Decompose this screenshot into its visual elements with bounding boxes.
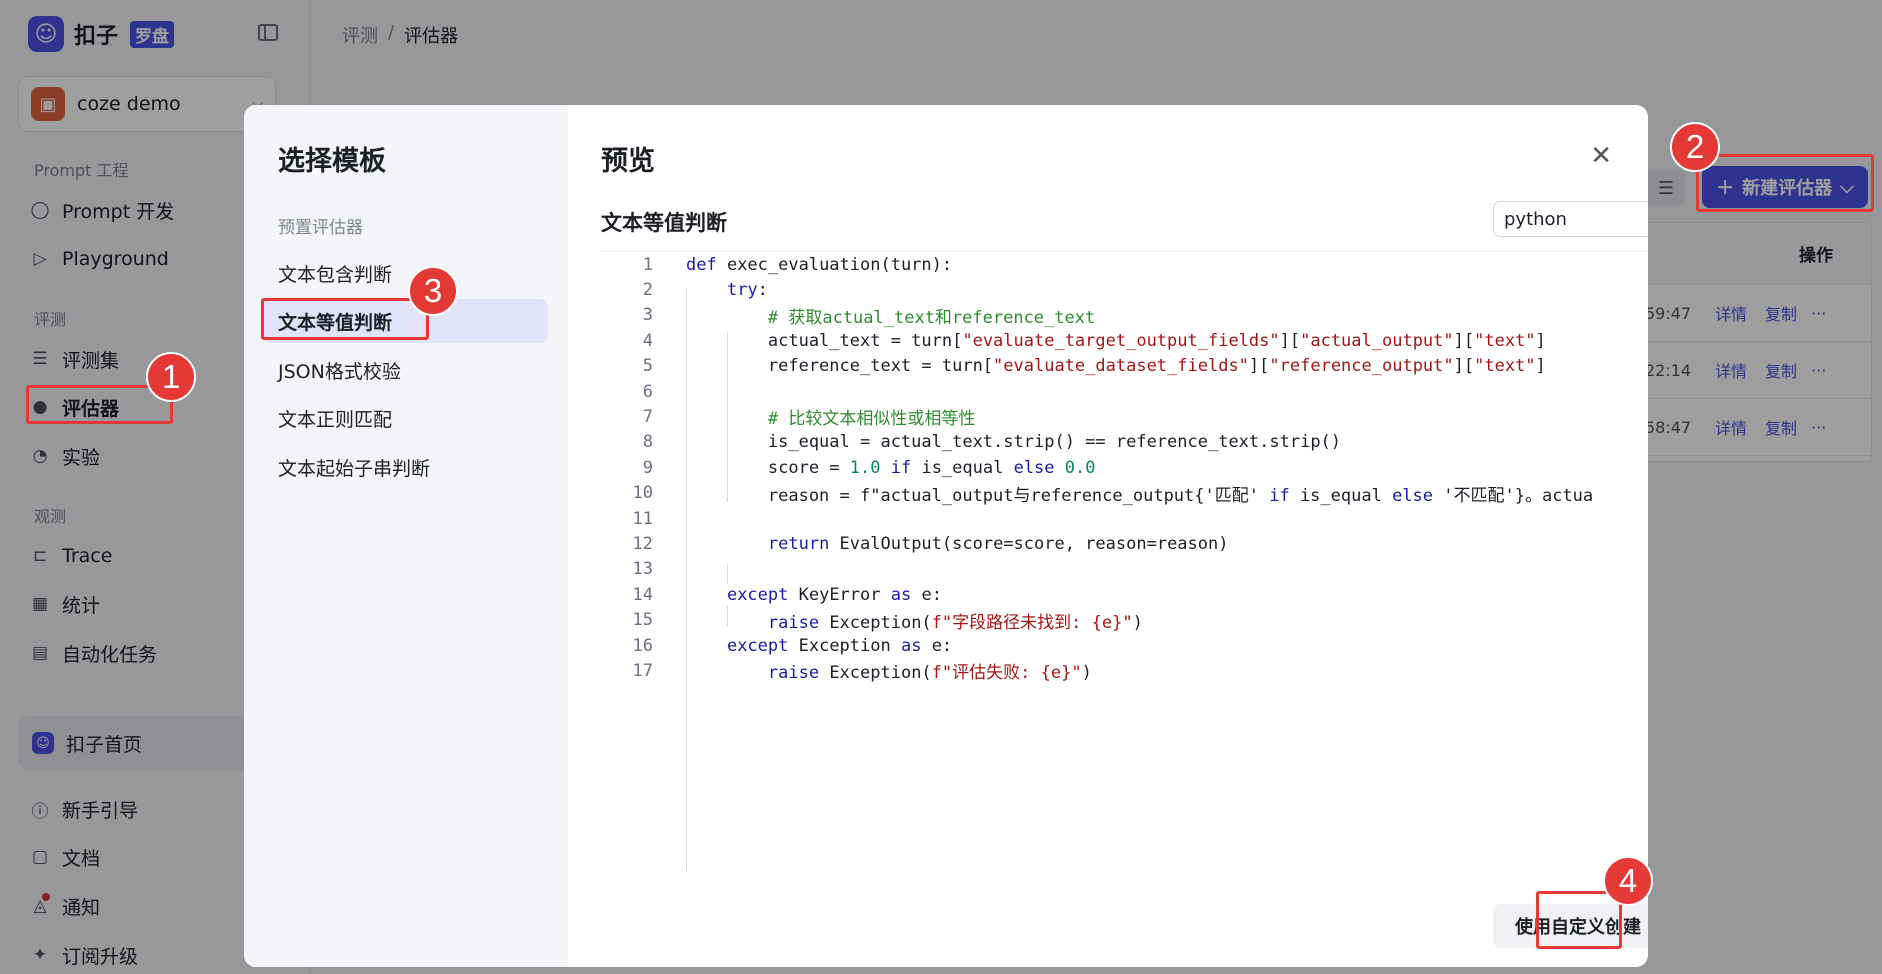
line-number: 1 (642, 254, 653, 275)
code-text: def exec_evaluation(turn): (686, 254, 953, 275)
line-number: 10 (632, 483, 653, 504)
preview-title: 预览 (601, 146, 655, 177)
template-name: 文本等值判断 (601, 211, 727, 235)
line-number: 8 (642, 432, 653, 453)
language-value: python (1504, 208, 1567, 230)
code-line: 15 raise Exception(f"字段路径未找到: {e}") (601, 608, 1143, 633)
line-number: 5 (642, 356, 653, 377)
highlight-confirm (1536, 891, 1622, 949)
line-number: 11 (632, 508, 653, 529)
line-number: 3 (642, 305, 653, 326)
code-line: 13 (601, 557, 653, 582)
code-line: 6 (601, 379, 653, 404)
line-number: 12 (632, 533, 653, 554)
line-number: 6 (642, 381, 653, 402)
line-number: 2 (642, 279, 653, 300)
template-item[interactable]: 文本起始子串判断 (262, 445, 548, 489)
language-select[interactable]: python ⌵ (1493, 201, 1648, 237)
code-text: is_equal = actual_text.strip() == refere… (686, 432, 1342, 453)
template-item[interactable]: 文本包含判断 (262, 251, 548, 295)
template-list-panel: 选择模板 预置评估器 文本包含判断 文本等值判断 JSON格式校验 文本正则匹配… (244, 105, 568, 967)
code-line: 12 return EvalOutput(score=score, reason… (601, 531, 1229, 556)
annotation-badge: 2 (1670, 122, 1720, 172)
code-line: 5 reference_text = turn["evaluate_datase… (601, 354, 1546, 379)
template-group-label: 预置评估器 (278, 218, 363, 238)
code-line: 16 except Exception as e: (601, 633, 953, 658)
code-line: 2 try: (601, 277, 768, 302)
code-text: return EvalOutput(score=score, reason=re… (767, 533, 1229, 554)
highlight-template (261, 298, 429, 340)
indent-guide (727, 564, 728, 584)
line-number: 17 (632, 660, 653, 681)
code-line: 4 actual_text = turn["evaluate_target_ou… (601, 328, 1546, 353)
code-text: # 获取actual_text和reference_text (686, 307, 1096, 328)
line-number: 14 (632, 584, 653, 605)
template-modal: 选择模板 预置评估器 文本包含判断 文本等值判断 JSON格式校验 文本正则匹配… (244, 105, 1648, 967)
code-line: 14 except KeyError as e: (601, 582, 942, 607)
close-icon[interactable]: ✕ (1590, 141, 1612, 171)
code-text: actual_text = turn["evaluate_target_outp… (686, 330, 1546, 351)
line-number: 9 (642, 457, 653, 478)
code-line: 7 # 比较文本相似性或相等性 (601, 404, 976, 430)
code-line: 10 reason = f"actual_output与reference_ou… (601, 481, 1594, 506)
preview-panel: 预览 ✕ 文本等值判断 python ⌵ 1 def exec_evaluatio… (568, 105, 1648, 967)
template-item[interactable]: JSON格式校验 (262, 348, 548, 392)
code-line: 3 # 获取actual_text和reference_text (601, 303, 1095, 328)
code-text: except Exception as e: (726, 635, 953, 656)
code-line: 17 raise Exception(f"评估失败: {e}") (601, 658, 1092, 684)
code-line: 9 score = 1.0 if is_equal else 0.0 (601, 455, 1096, 480)
code-text: except KeyError as e: (726, 584, 942, 605)
code-line: 11 (601, 506, 653, 531)
code-text: # 比较文本相似性或相等性 (686, 409, 976, 430)
line-number: 7 (642, 406, 653, 427)
code-line: 8 is_equal = actual_text.strip() == refe… (601, 430, 1341, 455)
code-text: raise Exception(f"字段路径未找到: {e}") (767, 612, 1143, 633)
code-text: score = 1.0 if is_equal else 0.0 (686, 457, 1096, 478)
annotation-badge: 1 (146, 352, 196, 402)
line-number: 16 (632, 635, 653, 656)
template-item[interactable]: 文本正则匹配 (262, 396, 548, 440)
annotation-badge: 3 (408, 266, 458, 316)
modal-left-title: 选择模板 (278, 146, 386, 177)
highlight-new-evaluator (1696, 154, 1874, 212)
line-number: 15 (632, 610, 653, 631)
line-number: 13 (632, 559, 653, 580)
code-text: reference_text = turn["evaluate_dataset_… (686, 356, 1546, 377)
annotation-badge: 4 (1603, 856, 1653, 906)
code-line: 1 def exec_evaluation(turn): (601, 252, 952, 277)
line-number: 4 (642, 330, 653, 351)
code-viewer[interactable]: 1 def exec_evaluation(turn): 2 try: 3 # 获取a… (601, 251, 1648, 871)
code-text: reason = f"actual_output与reference_outpu… (686, 485, 1594, 506)
code-text: raise Exception(f"评估失败: {e}") (767, 663, 1092, 684)
code-text: try: (726, 279, 768, 300)
